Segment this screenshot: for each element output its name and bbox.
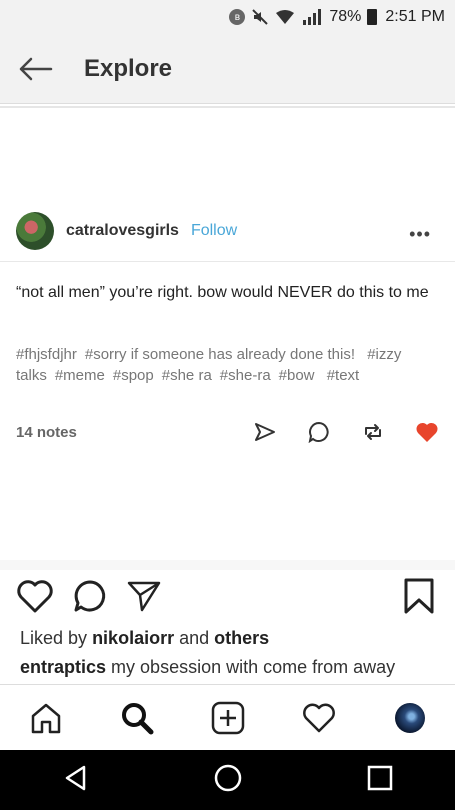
liked-by-text: Liked by nikolaiorr and others — [20, 628, 269, 649]
profile-avatar[interactable] — [390, 698, 430, 738]
tag[interactable]: #she-ra — [220, 367, 271, 384]
wifi-icon — [275, 9, 295, 25]
page-title: Explore — [84, 54, 173, 82]
arrow-left-icon[interactable] — [0, 34, 70, 104]
post-card: catralovesgirls Follow ••• “not all men”… — [0, 108, 455, 560]
follow-button[interactable]: Follow — [191, 222, 237, 240]
home-icon[interactable] — [26, 698, 66, 738]
system-nav-bar — [0, 750, 455, 810]
mute-icon — [251, 8, 269, 26]
caption-text: my obsession with come from away — [111, 657, 396, 677]
post-author: catralovesgirls Follow — [16, 212, 237, 250]
send-icon[interactable] — [126, 579, 162, 618]
reblog-icon[interactable] — [361, 420, 385, 444]
back-triangle-icon[interactable] — [62, 764, 90, 797]
heart-icon[interactable] — [299, 698, 339, 738]
caption: entraptics my obsession with come from a… — [20, 657, 450, 678]
share-icon[interactable] — [253, 420, 277, 444]
liked-and: and — [179, 628, 210, 648]
post-body: “not all men” you’re right. bow would NE… — [16, 284, 429, 301]
post-divider — [0, 261, 455, 262]
instagram-actions — [16, 578, 439, 618]
liked-others[interactable]: others — [214, 628, 269, 648]
avatar[interactable] — [16, 212, 54, 250]
tag[interactable]: #fhjsfdjhr — [16, 346, 77, 363]
post-actions — [253, 420, 439, 444]
tag[interactable]: #meme — [55, 367, 105, 384]
bluetooth-icon: ʙ — [229, 9, 246, 25]
status-bar: ʙ 78% 2:51 PM — [0, 0, 455, 34]
comment-icon[interactable] — [72, 578, 108, 619]
heart-outline-icon[interactable] — [16, 578, 54, 619]
clock: 2:51 PM — [385, 8, 445, 25]
tag[interactable]: #text — [327, 367, 360, 384]
search-icon[interactable] — [117, 698, 157, 738]
recents-square-icon[interactable] — [366, 764, 394, 797]
signal-icon — [301, 8, 323, 26]
app-header: Explore — [0, 34, 455, 104]
tag[interactable]: #she ra — [162, 367, 212, 384]
home-circle-icon[interactable] — [213, 763, 243, 798]
heart-filled-icon[interactable] — [415, 420, 439, 444]
bookmark-icon[interactable] — [403, 578, 435, 619]
notes-count[interactable]: 14 notes — [16, 424, 77, 441]
liked-user[interactable]: nikolaiorr — [92, 628, 174, 648]
more-options-icon[interactable]: ••• — [409, 224, 431, 245]
tag[interactable]: #sorry if someone has already done this! — [85, 346, 355, 363]
bottom-tab-bar — [0, 684, 455, 750]
post-username[interactable]: catralovesgirls — [66, 222, 179, 240]
caption-user[interactable]: entraptics — [20, 657, 106, 677]
reply-icon[interactable] — [307, 420, 331, 444]
feed-gap — [0, 560, 455, 570]
battery-percent: 78% — [329, 8, 362, 25]
battery-icon — [367, 9, 378, 25]
tag[interactable]: #spop — [113, 367, 154, 384]
liked-prefix: Liked by — [20, 628, 88, 648]
add-icon[interactable] — [208, 698, 248, 738]
tag[interactable]: #bow — [279, 367, 315, 384]
post-tags: #fhjsfdjhr #sorry if someone has already … — [16, 344, 441, 386]
